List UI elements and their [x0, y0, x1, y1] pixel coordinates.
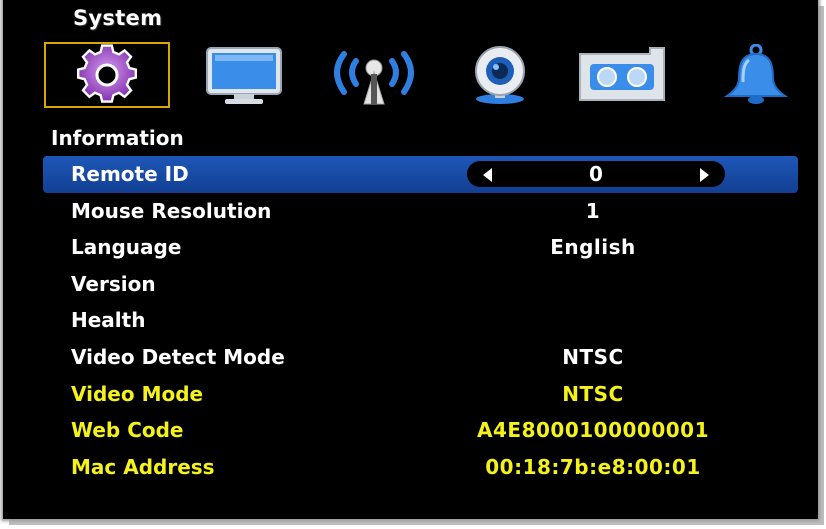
storage-tape-icon: [574, 44, 670, 106]
network-antenna-icon: [324, 44, 424, 106]
setting-row-language[interactable]: Language English: [43, 229, 798, 266]
setting-row-video-mode: Video Mode NTSC: [43, 376, 798, 413]
remote-id-spinner[interactable]: 0: [467, 161, 725, 187]
settings-list: Remote ID 0 Mouse Resolution 1 Language …: [3, 156, 818, 485]
setting-label: Video Detect Mode: [71, 344, 285, 369]
setting-row-mac-address: Mac Address 00:18:7b:e8:00:01: [43, 449, 798, 486]
gear-icon: [64, 44, 150, 106]
setting-row-mouse-resolution[interactable]: Mouse Resolution 1: [43, 193, 798, 230]
setting-label: Web Code: [71, 418, 184, 443]
tab-camera[interactable]: [437, 42, 563, 108]
tab-system[interactable]: [44, 42, 170, 108]
menu-title: System: [73, 6, 163, 30]
setting-row-remote-id[interactable]: Remote ID 0: [43, 156, 798, 193]
setting-row-version[interactable]: Version: [43, 266, 798, 303]
setting-value: A4E8000100000001: [477, 418, 709, 443]
setting-row-web-code: Web Code A4E8000100000001: [43, 412, 798, 449]
setting-value: NTSC: [562, 344, 624, 369]
setting-row-video-detect-mode[interactable]: Video Detect Mode NTSC: [43, 339, 798, 376]
section-title: Information: [51, 126, 184, 150]
monitor-icon: [201, 44, 287, 106]
setting-label: Video Mode: [71, 381, 204, 406]
tab-alarm[interactable]: [693, 42, 818, 108]
tab-storage[interactable]: [559, 42, 685, 108]
arrow-right-icon[interactable]: [700, 168, 709, 182]
setting-label: Mouse Resolution: [71, 198, 272, 223]
setting-label: Remote ID: [71, 162, 189, 186]
setting-value: 1: [585, 198, 601, 223]
setting-label: Mac Address: [71, 454, 215, 479]
setting-value: 00:18:7b:e8:00:01: [485, 454, 701, 479]
tab-network[interactable]: [311, 42, 437, 108]
setting-label: Health: [71, 308, 146, 333]
tab-display[interactable]: [181, 42, 307, 108]
category-toolbar: [3, 38, 818, 114]
setting-row-health[interactable]: Health: [43, 302, 798, 339]
setting-label: Language: [71, 235, 182, 260]
spinner-value: 0: [589, 162, 603, 186]
setting-value: NTSC: [562, 381, 624, 406]
bell-icon: [713, 44, 799, 106]
setting-value: English: [550, 235, 636, 260]
setting-label: Version: [71, 271, 156, 296]
webcam-icon: [457, 44, 543, 106]
settings-window: System Information Remote ID 0 Mouse Res…: [3, 0, 818, 519]
